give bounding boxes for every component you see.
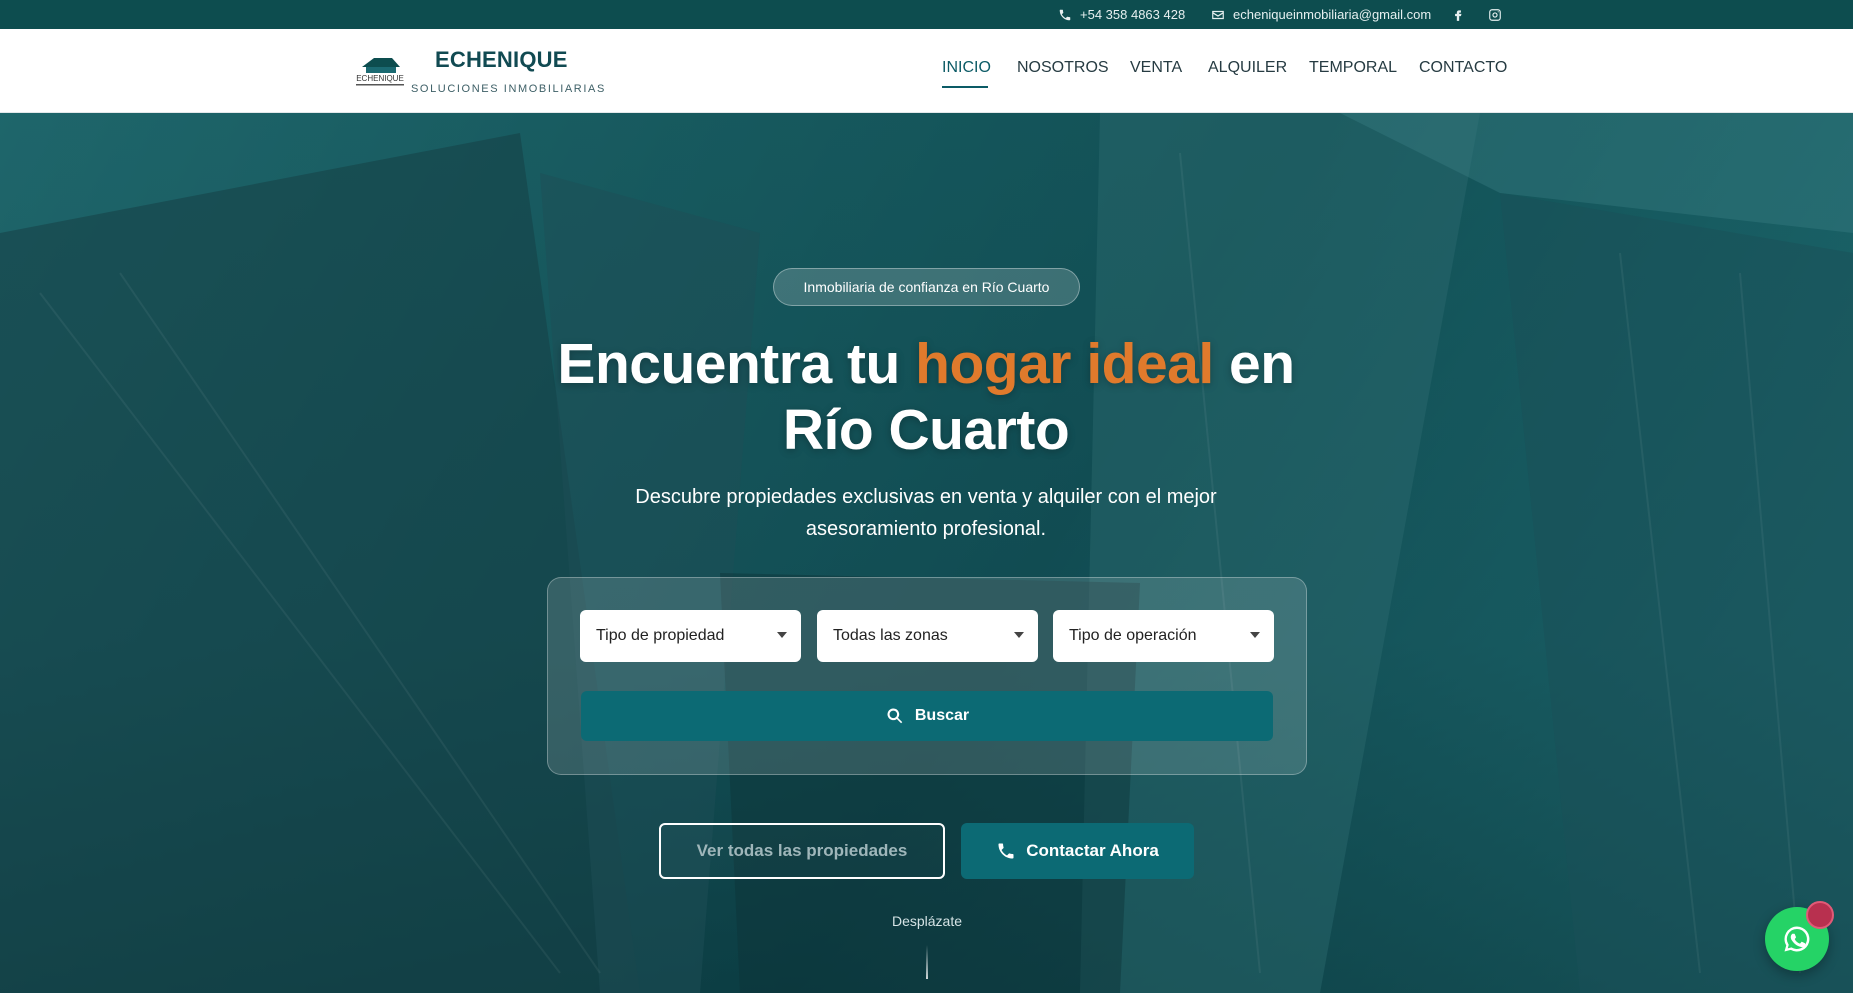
search-button[interactable]: Buscar (581, 691, 1273, 741)
site-header: ECHENIQUE ECHENIQUE SOLUCIONES INMOBILIA… (0, 29, 1853, 113)
nav-item-inicio[interactable]: INICIO (942, 59, 991, 77)
hero-title: Encuentra tu hogar ideal en Río Cuarto (426, 331, 1426, 463)
svg-text:ECHENIQUE: ECHENIQUE (356, 74, 404, 83)
phone-icon (1059, 9, 1071, 20)
hero-subtitle: Descubre propiedades exclusivas en venta… (635, 486, 1217, 540)
scroll-indicator-line (926, 945, 928, 979)
envelope-icon (1212, 10, 1224, 19)
brand-logo[interactable]: ECHENIQUE (352, 51, 408, 91)
search-icon (887, 708, 903, 724)
hero-section: Inmobiliaria de confianza en Río Cuarto … (0, 113, 1853, 993)
nav-active-indicator (942, 86, 988, 88)
brand-name[interactable]: ECHENIQUE (435, 47, 568, 73)
view-all-properties-button[interactable]: Ver todas las propiedades (659, 823, 945, 879)
phone-number: +54 358 4863 428 (1080, 7, 1186, 22)
hero-title-part1: Encuentra tu (557, 332, 916, 396)
hero-title-part2: en (1213, 332, 1295, 396)
top-contact-bar: +54 358 4863 428 echeniqueinmobiliaria@g… (0, 0, 1853, 29)
email-contact[interactable]: echeniqueinmobiliaria@gmail.com (1211, 0, 1431, 29)
facebook-link[interactable] (1451, 0, 1465, 29)
chevron-down-icon (777, 632, 787, 638)
operation-type-value: Tipo de operación (1069, 627, 1197, 644)
zone-value: Todas las zonas (833, 627, 948, 644)
chevron-down-icon (1014, 632, 1024, 638)
hero-badge: Inmobiliaria de confianza en Río Cuarto (773, 268, 1080, 306)
nav-item-temporal[interactable]: TEMPORAL (1309, 59, 1397, 77)
instagram-icon (1489, 8, 1501, 21)
contact-now-label: Contactar Ahora (1026, 841, 1159, 860)
brand-tagline: SOLUCIONES INMOBILIARIAS (411, 83, 606, 95)
nav-item-alquiler[interactable]: ALQUILER (1208, 59, 1287, 77)
facebook-icon (1455, 9, 1462, 21)
property-search-panel: Tipo de propiedad Todas las zonas Tipo d… (547, 577, 1307, 775)
hero-title-line2: Río Cuarto (782, 398, 1070, 462)
property-type-value: Tipo de propiedad (596, 627, 725, 644)
instagram-link[interactable] (1488, 0, 1502, 29)
scroll-hint: Desplázate (891, 913, 963, 929)
contact-now-button[interactable]: Contactar Ahora (961, 823, 1194, 879)
hero-title-highlight: hogar ideal (915, 332, 1214, 396)
nav-item-nosotros[interactable]: NOSOTROS (1017, 59, 1109, 77)
property-type-select[interactable]: Tipo de propiedad (580, 610, 801, 662)
phone-contact[interactable]: +54 358 4863 428 (1058, 0, 1185, 29)
zone-select[interactable]: Todas las zonas (817, 610, 1038, 662)
phone-icon (998, 843, 1014, 859)
chevron-down-icon (1250, 632, 1260, 638)
email-address: echeniqueinmobiliaria@gmail.com (1233, 7, 1432, 22)
notification-dot (1806, 901, 1834, 929)
operation-type-select[interactable]: Tipo de operación (1053, 610, 1274, 662)
nav-item-venta[interactable]: VENTA (1130, 59, 1182, 77)
whatsapp-icon (1784, 926, 1810, 952)
nav-item-contacto[interactable]: CONTACTO (1419, 59, 1507, 77)
search-button-label: Buscar (914, 707, 970, 724)
